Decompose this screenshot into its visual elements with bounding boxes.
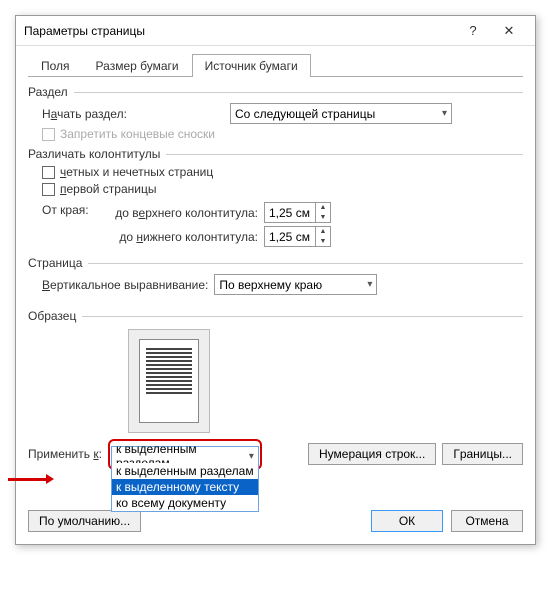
tab-paper-size[interactable]: Размер бумаги — [83, 54, 192, 77]
cancel-button[interactable]: Отмена — [451, 510, 523, 532]
start-section-select[interactable]: Со следующей страницы▾ — [230, 103, 452, 124]
apply-option-whole-doc[interactable]: ко всему документу — [112, 495, 258, 511]
first-page-checkbox[interactable]: первой страницы — [42, 182, 156, 196]
set-default-button[interactable]: По умолчанию... — [28, 510, 141, 532]
group-sample: Образец — [28, 309, 76, 323]
close-button[interactable]: ✕ — [491, 23, 527, 39]
tab-fields[interactable]: Поля — [28, 54, 83, 77]
apply-option-sections[interactable]: к выделенным разделам — [112, 463, 258, 479]
page-preview — [128, 329, 210, 433]
footer-distance-input[interactable]: ▲▼ — [264, 226, 331, 247]
chevron-down-icon: ▾ — [361, 279, 372, 290]
from-edge-label: От края: — [42, 203, 89, 217]
apply-option-selected-text[interactable]: к выделенному тексту — [112, 479, 258, 495]
window-title: Параметры страницы — [24, 24, 455, 38]
spin-up-icon[interactable]: ▲ — [316, 227, 330, 237]
odd-even-checkbox[interactable]: четных и нечетных страниц — [42, 165, 213, 179]
spin-down-icon[interactable]: ▼ — [316, 237, 330, 247]
apply-to-label: Применить к: — [28, 447, 102, 461]
apply-to-dropdown[interactable]: к выделенным разделам к выделенному текс… — [111, 463, 259, 512]
valign-label: Вертикальное выравнивание: — [42, 278, 208, 292]
header-distance-label: до верхнего колонтитула: — [106, 206, 258, 220]
borders-button[interactable]: Границы... — [442, 443, 523, 465]
valign-select[interactable]: По верхнему краю▾ — [214, 274, 377, 295]
tab-paper-source[interactable]: Источник бумаги — [192, 54, 311, 77]
footer-distance-label: до нижнего колонтитула: — [106, 230, 258, 244]
tab-strip: Поля Размер бумаги Источник бумаги — [28, 54, 523, 77]
titlebar: Параметры страницы ? ✕ — [16, 16, 535, 46]
highlight-box: к выделенным разделам▾ к выделенным разд… — [108, 439, 262, 470]
group-page: Страница — [28, 256, 82, 270]
start-section-label: Начать раздел: — [42, 107, 162, 121]
spin-down-icon[interactable]: ▼ — [316, 213, 330, 223]
header-distance-input[interactable]: ▲▼ — [264, 202, 331, 223]
spin-up-icon[interactable]: ▲ — [316, 203, 330, 213]
line-numbers-button[interactable]: Нумерация строк... — [308, 443, 436, 465]
group-section: Раздел — [28, 85, 68, 99]
help-button[interactable]: ? — [455, 23, 491, 38]
suppress-endnotes-checkbox: Запретить концевые сноски — [42, 127, 215, 141]
group-headers-footers: Различать колонтитулы — [28, 147, 160, 161]
annotation-arrow — [8, 478, 48, 481]
ok-button[interactable]: ОК — [371, 510, 443, 532]
chevron-down-icon: ▾ — [436, 108, 447, 119]
chevron-down-icon: ▾ — [243, 451, 254, 462]
